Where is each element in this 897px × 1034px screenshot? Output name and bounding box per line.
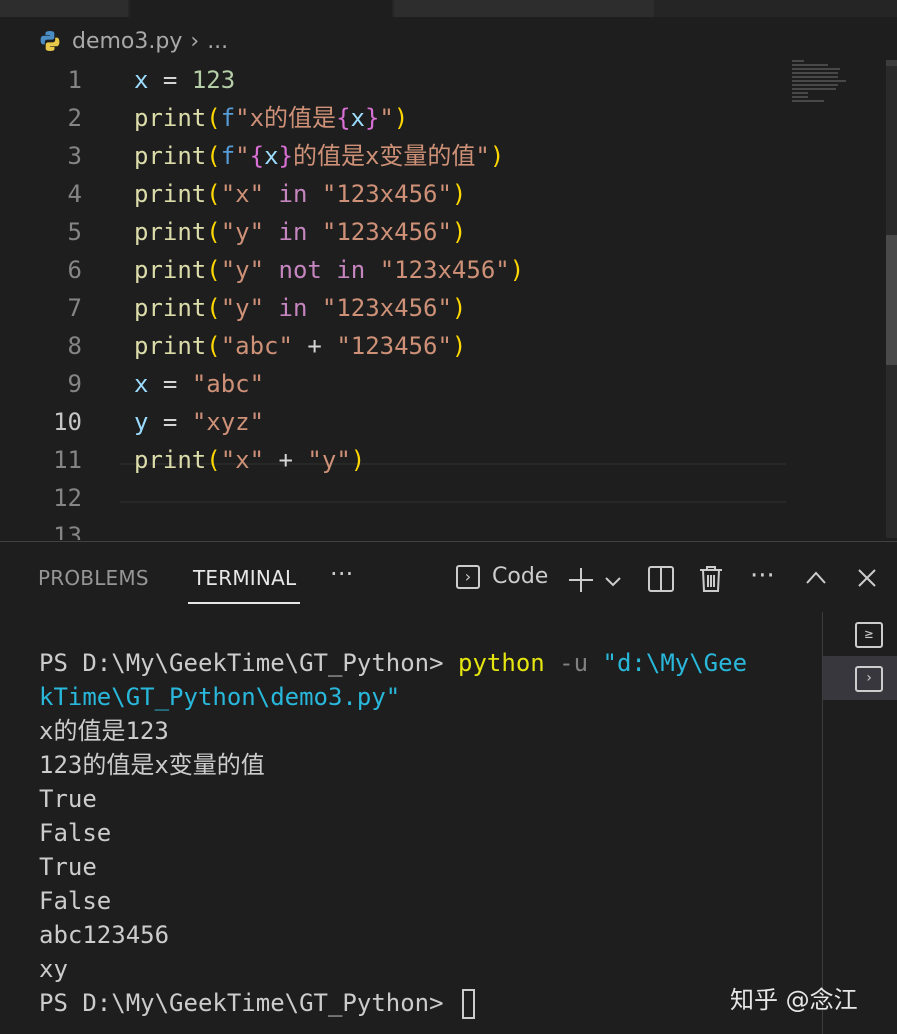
terminal-output-line: 123的值是x变量的值 (39, 751, 265, 779)
minimap[interactable] (792, 60, 852, 110)
terminal-prompt: PS D:\My\GeekTime\GT_Python> (39, 649, 459, 677)
code-editor[interactable]: 1 x = 123 2 print(f"x的值是{x}") 3 print(f"{x}… (0, 60, 897, 540)
code-line: 6 print("y" not in "123x456") (0, 251, 890, 289)
close-icon[interactable] (857, 568, 877, 588)
terminal-tabs-sidebar: ≥ › (822, 612, 897, 1034)
more-tabs-icon[interactable]: ··· (330, 560, 354, 588)
breadcrumb-file[interactable]: demo3.py (72, 29, 182, 54)
code-text: print("y" not in "123x456") (134, 256, 525, 284)
code-line: 1 x = 123 (0, 61, 890, 99)
line-number: 1 (67, 66, 82, 94)
tab-terminal[interactable]: TERMINAL (193, 566, 296, 590)
code-text: print("y" in "123x456") (134, 218, 467, 246)
terminal-flag: -u (544, 649, 603, 677)
line-number: 7 (67, 294, 82, 322)
terminal-path: "d:\My\Gee (602, 649, 748, 677)
split-icon[interactable] (648, 566, 674, 592)
editor-tab[interactable] (394, 0, 654, 17)
line-number: 9 (67, 370, 82, 398)
chevron-up-icon[interactable] (805, 570, 827, 586)
code-text: print(f"{x}的值是x变量的值") (134, 142, 505, 170)
breadcrumb-separator-icon: › (190, 28, 200, 54)
terminal-select-button[interactable]: › Code (456, 564, 548, 589)
code-line: 7 print("y" in "123x456") (0, 289, 890, 327)
code-line: 11 print("x" + "y") (0, 441, 890, 479)
code-line: 12 (0, 479, 890, 517)
code-line: 5 print("y" in "123x456") (0, 213, 890, 251)
watermark: 知乎 @念江 (730, 986, 858, 1014)
terminal-prompt: PS D:\My\GeekTime\GT_Python> (39, 989, 459, 1017)
line-number: 3 (67, 142, 82, 170)
scrollbar-thumb[interactable] (886, 235, 897, 365)
terminal-output-line: abc123456 (39, 921, 170, 949)
code-line: 2 print(f"x的值是{x}") (0, 99, 890, 137)
terminal-code-icon[interactable]: › (855, 666, 883, 692)
code-text: y = "xyz" (134, 408, 265, 436)
terminal-output-line: True (39, 785, 97, 813)
terminal-output-line: x的值是123 (39, 717, 169, 745)
panel-header: PROBLEMS TERMINAL ··· › Code ··· (0, 542, 897, 612)
code-text: print("y" in "123x456") (134, 294, 467, 322)
terminal-command: python (458, 649, 545, 677)
terminal-output[interactable]: PS D:\My\GeekTime\GT_Python> python -u "… (39, 646, 799, 1020)
terminal-output-line: False (39, 819, 112, 847)
line-number: 4 (67, 180, 82, 208)
code-line: 3 print(f"{x}的值是x变量的值") (0, 137, 890, 175)
line-number: 10 (53, 408, 82, 436)
line-number: 12 (53, 484, 82, 512)
scrollbar-marker (886, 60, 897, 66)
breadcrumb: demo3.py › ... (38, 26, 228, 56)
breadcrumb-more[interactable]: ... (207, 29, 228, 54)
bottom-panel: PROBLEMS TERMINAL ··· › Code ··· ≥ › PS … (0, 541, 897, 1034)
code-line: 13 (0, 517, 890, 540)
terminal-prompt-icon: › (456, 564, 480, 589)
chevron-down-icon[interactable] (604, 572, 622, 590)
editor-tab[interactable] (0, 0, 128, 17)
line-number: 13 (53, 522, 82, 540)
python-file-icon (40, 31, 60, 51)
code-text: print("x" in "123x456") (134, 180, 467, 208)
editor-tab-active[interactable] (130, 0, 392, 17)
active-tab-indicator (188, 602, 300, 604)
terminal-powershell-icon[interactable]: ≥ (855, 622, 883, 648)
terminal-select-label: Code (492, 564, 549, 589)
editor-scrollbar[interactable] (886, 60, 897, 538)
trash-icon[interactable] (699, 565, 723, 593)
line-number: 6 (67, 256, 82, 284)
code-text: print(f"x的值是{x}") (134, 104, 409, 132)
code-text: print("x" + "y") (134, 446, 366, 474)
line-number: 8 (67, 332, 82, 360)
code-line-current: 10 y = "xyz" (0, 403, 890, 441)
terminal-output-line: True (39, 853, 97, 881)
code-line: 4 print("x" in "123x456") (0, 175, 890, 213)
terminal-path-cont: kTime\GT_Python\demo3.py" (39, 683, 401, 711)
tab-problems[interactable]: PROBLEMS (38, 566, 149, 590)
code-line: 9 x = "abc" (0, 365, 890, 403)
code-text: print("abc" + "123456") (134, 332, 467, 360)
terminal-output-line: False (39, 887, 112, 915)
more-icon[interactable]: ··· (750, 560, 775, 592)
line-number: 11 (53, 446, 82, 474)
terminal-cursor (462, 989, 476, 1019)
line-number: 5 (67, 218, 82, 246)
line-number: 2 (67, 104, 82, 132)
terminal-output-line: xy (39, 955, 68, 983)
code-text: x = 123 (134, 66, 236, 94)
code-line: 8 print("abc" + "123456") (0, 327, 890, 365)
plus-icon[interactable] (567, 566, 595, 594)
code-text: x = "abc" (134, 370, 265, 398)
editor-tab-strip (0, 0, 897, 17)
